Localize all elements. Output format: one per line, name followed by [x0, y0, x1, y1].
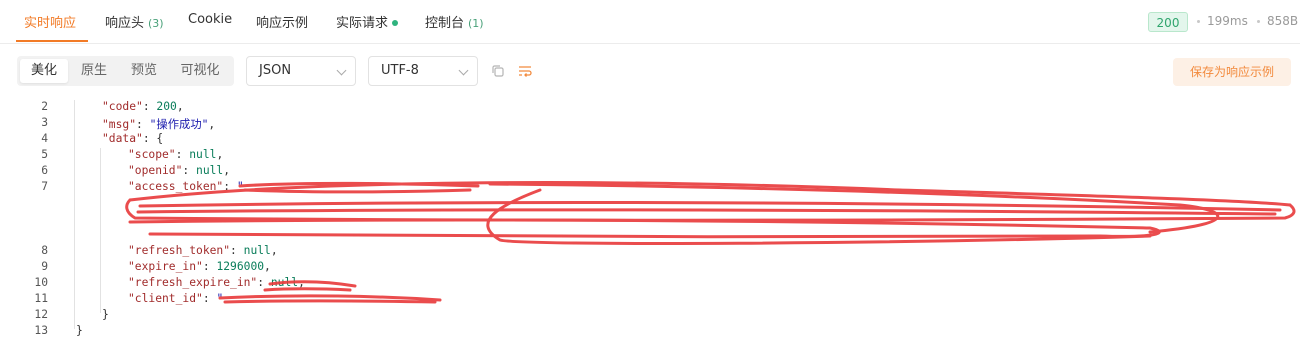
- response-size: 858B: [1267, 14, 1299, 28]
- line-number: 8: [41, 244, 48, 257]
- code-line: "refresh_expire_in": null,: [128, 276, 305, 289]
- tab-console[interactable]: 控制台 (1): [425, 12, 484, 31]
- line-number: 12: [34, 308, 48, 321]
- code-line: }: [102, 308, 109, 321]
- tab-label: 实时响应: [24, 16, 77, 31]
- format-select[interactable]: JSON: [246, 56, 356, 86]
- tab-label: 实际请求: [336, 16, 389, 31]
- line-number: 2: [41, 100, 48, 113]
- code-line: "expire_in": 1296000,: [128, 260, 271, 273]
- line-number: 13: [34, 324, 48, 337]
- separator-dot: [1197, 20, 1200, 23]
- line-number: 11: [34, 292, 48, 305]
- separator-dot: [1257, 20, 1260, 23]
- view-mode-raw[interactable]: 原生: [71, 59, 117, 83]
- view-mode-preview[interactable]: 预览: [121, 59, 167, 83]
- line-number: 10: [34, 276, 48, 289]
- view-mode-visualize[interactable]: 可视化: [170, 59, 230, 83]
- code-line: "code": 200,: [102, 100, 184, 113]
- line-number: 6: [41, 164, 48, 177]
- code-line: "data": {: [102, 132, 164, 145]
- code-line: "access_token": ": [128, 180, 244, 193]
- encoding-select[interactable]: UTF-8: [368, 56, 478, 86]
- tab-label: 控制台: [425, 16, 465, 31]
- tab-actual-request[interactable]: 实际请求: [336, 12, 399, 31]
- tab-response-headers[interactable]: 响应头 (3): [105, 12, 164, 31]
- tab-response-example[interactable]: 响应示例: [256, 12, 308, 31]
- tab-realtime-response[interactable]: 实时响应: [24, 12, 76, 31]
- code-line: "msg": "操作成功",: [102, 118, 216, 131]
- tab-label: Cookie: [188, 12, 233, 27]
- code-line: "client_id": ": [128, 292, 224, 305]
- code-line: "openid": null,: [128, 164, 231, 177]
- code-line: "refresh_token": null,: [128, 244, 278, 257]
- active-tab-indicator: [16, 40, 88, 42]
- response-tabs: 实时响应 响应头 (3) Cookie 响应示例 实际请求 控制台 (1) 200 …: [0, 0, 1300, 44]
- code-line: "scope": null,: [128, 148, 224, 161]
- tab-count: (1): [468, 17, 484, 30]
- code-line: }: [76, 324, 83, 337]
- copy-icon[interactable]: [490, 63, 506, 79]
- tab-label: 响应示例: [256, 16, 309, 31]
- line-number: 7: [41, 180, 48, 193]
- format-select-value: JSON: [259, 63, 292, 78]
- line-number: 9: [41, 260, 48, 273]
- status-code-badge: 200: [1148, 12, 1188, 32]
- status-dot-icon: [392, 20, 399, 26]
- tab-cookie[interactable]: Cookie: [188, 12, 232, 27]
- line-number: 3: [41, 116, 48, 129]
- json-viewer: 2 3 4 5 6 7 8 9 10 11 12 13 "code": 200,…: [0, 97, 1300, 349]
- tab-label: 响应头: [105, 16, 145, 31]
- indent-guide: [74, 100, 75, 329]
- save-as-example-button[interactable]: 保存为响应示例: [1173, 58, 1291, 86]
- encoding-select-value: UTF-8: [381, 63, 419, 78]
- chevron-down-icon: [336, 65, 347, 76]
- indent-guide: [100, 148, 101, 313]
- tab-count: (3): [148, 17, 164, 30]
- view-mode-pretty[interactable]: 美化: [20, 59, 68, 83]
- chevron-down-icon: [458, 65, 469, 76]
- view-mode-switch: 美化 原生 预览 可视化: [17, 56, 234, 86]
- line-number: 5: [41, 148, 48, 161]
- response-time: 199ms: [1207, 14, 1248, 28]
- line-number: 4: [41, 132, 48, 145]
- wrap-lines-icon[interactable]: [517, 63, 533, 79]
